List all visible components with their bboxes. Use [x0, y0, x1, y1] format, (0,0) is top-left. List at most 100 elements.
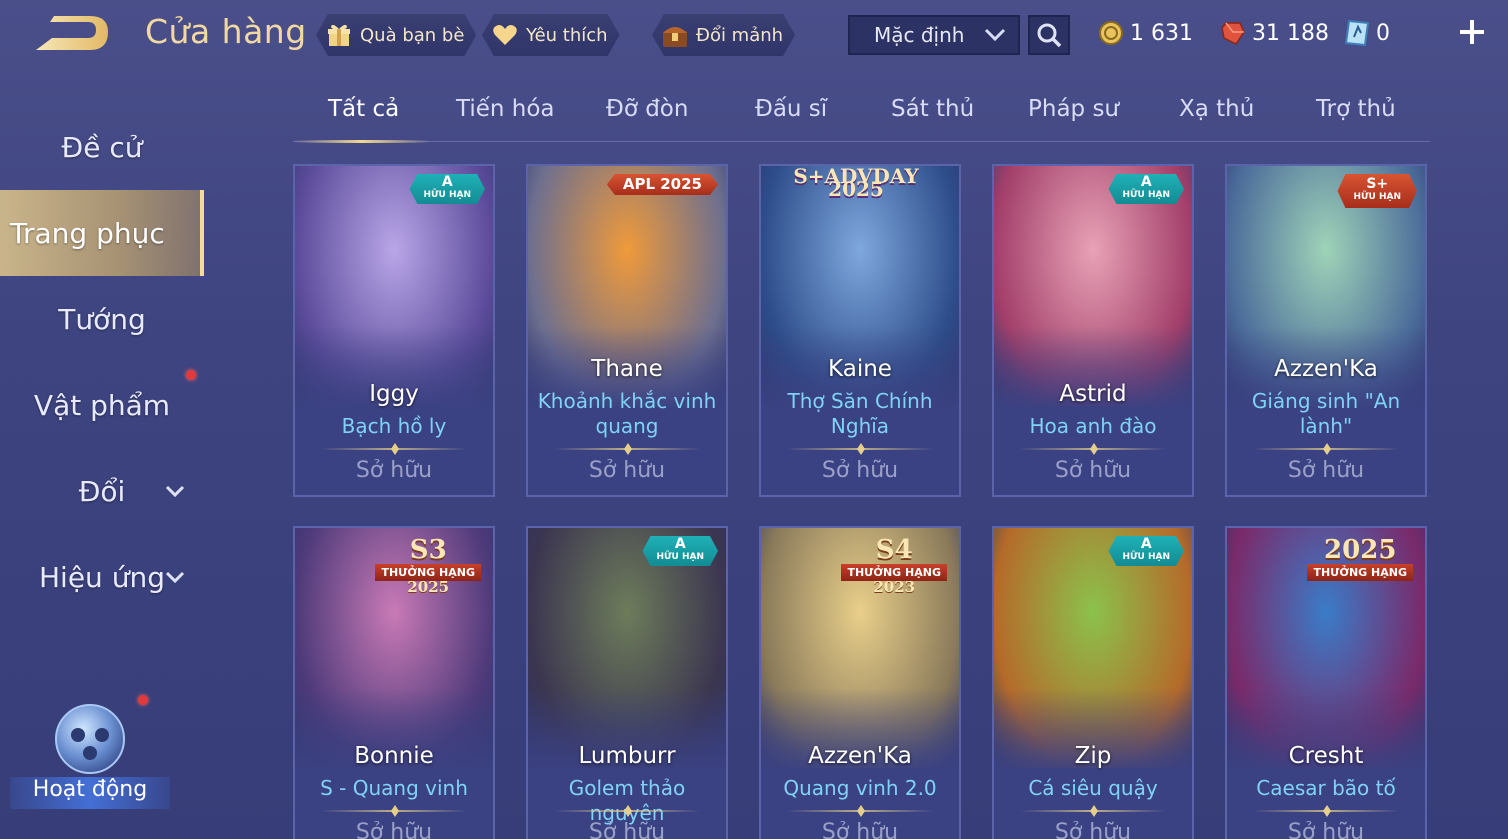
divider-diamond-icon — [1323, 443, 1331, 455]
skin-name: S - Quang vinh — [320, 776, 468, 800]
active-tab-indicator — [293, 140, 431, 143]
skin-name: Thợ Săn Chính Nghĩa — [787, 389, 933, 438]
favorites-label: Yêu thích — [526, 24, 608, 46]
ownership-status: Sở hữu — [1054, 820, 1132, 839]
divider-diamond-icon — [1090, 805, 1098, 817]
skin-card[interactable]: APL 2025 Thane Khoảnh khắc vinh quang Sở hữ… — [526, 164, 728, 497]
skin-card[interactable]: S+ HỮU HẠN Azzen'Ka Giáng sinh "An lành" Sở … — [1225, 164, 1427, 497]
tab-tank[interactable]: Đỡ đòn — [606, 96, 688, 122]
search-icon — [1037, 23, 1062, 48]
sidebar-item-label: Đổi — [78, 474, 126, 508]
activity-button[interactable]: Hoạt động — [10, 695, 170, 825]
skin-badge: S+ADVDAY 2025 — [793, 164, 919, 201]
treasure-chest-icon — [660, 20, 690, 50]
divider-diamond-icon — [391, 805, 399, 817]
ownership-status: Sở hữu — [588, 820, 666, 839]
gold-currency: 1 631 — [1098, 16, 1193, 50]
gold-coin-icon — [1099, 21, 1123, 45]
skin-grid: A HỮU HẠN Iggy Bạch hồ ly Sở hữu APL 2025 Than… — [293, 164, 1430, 839]
skin-name: Bạch hồ ly — [341, 414, 447, 438]
skin-name: Khoảnh khắc vinh quang — [537, 389, 717, 438]
divider-diamond-icon — [1090, 443, 1098, 455]
skin-badge: A HỮU HẠN — [1108, 536, 1184, 566]
ownership-status: Sở hữu — [1287, 458, 1365, 483]
sort-dropdown[interactable]: Mặc định — [848, 15, 1020, 55]
voucher-amount: 31 188 — [1252, 20, 1329, 46]
skin-card[interactable]: AHỮU HẠN Lumburr Golem thảo nguyênSở hữu — [526, 526, 728, 839]
skin-badge: S+ HỮU HẠN — [1337, 174, 1417, 208]
ownership-status: Sở hữu — [1054, 458, 1132, 483]
skin-card[interactable]: A HỮU HẠN Zip Cá siêu quậy Sở hữu — [992, 526, 1194, 839]
tab-all[interactable]: Tất cả — [328, 96, 399, 122]
notification-dot — [186, 370, 196, 380]
category-tabs: Tất cả Tiến hóa Đỡ đòn Đấu sĩ Sát thủ Ph… — [293, 90, 1430, 143]
sidebar-item-skins[interactable]: Trang phục — [0, 190, 204, 276]
divider-diamond-icon — [857, 805, 865, 817]
skin-badge: A HỮU HẠN — [409, 174, 485, 204]
sidebar-item-label: Hiệu ứng — [39, 560, 165, 594]
sidebar-item-heroes[interactable]: Tướng — [0, 276, 204, 362]
skin-badge: A HỮU HẠN — [1108, 174, 1184, 204]
diamond-amount: 0 — [1376, 20, 1390, 46]
friend-gift-button[interactable]: Quà bạn bè — [316, 14, 476, 56]
hero-name: Bonnie — [354, 743, 434, 769]
skin-name: Hoa anh đào — [1029, 414, 1157, 438]
sidebar-item-label: Vật phẩm — [33, 388, 171, 422]
sidebar-item-exchange[interactable]: Đổi — [0, 448, 204, 534]
skin-badge: APL 2025 — [607, 174, 718, 195]
sidebar-item-label: Trang phục — [10, 216, 165, 250]
notification-dot — [138, 695, 148, 705]
hero-name: Cresht — [1288, 743, 1364, 769]
page-title: Cửa hàng — [145, 12, 307, 51]
ownership-status: Sở hữu — [355, 458, 433, 483]
back-arrow-icon[interactable] — [30, 14, 112, 54]
skin-name: Caesar bão tố — [1256, 776, 1396, 800]
sort-selected-value: Mặc định — [874, 23, 965, 47]
hero-name: Zip — [1074, 743, 1112, 769]
ownership-status: Sở hữu — [355, 820, 433, 839]
skin-card[interactable]: S3 THƯỞNG HẠNG 2025 Bonnie S - Quang vinh Sở … — [293, 526, 495, 839]
tab-support[interactable]: Trợ thủ — [1316, 96, 1396, 122]
ownership-status: Sở hữu — [1287, 820, 1365, 839]
ownership-status: Sở hữu — [588, 458, 666, 483]
hero-name: Astrid — [1059, 381, 1127, 407]
skin-card[interactable]: S+ADVDAY 2025 Kaine Thợ Săn Chính Nghĩa Sở … — [759, 164, 961, 497]
chevron-down-icon — [165, 571, 185, 584]
hero-name: Thane — [591, 356, 663, 382]
skin-card[interactable]: 2025 THƯỞNG HẠNG Cresht Caesar bão tố Sở hữu — [1225, 526, 1427, 839]
red-crystal-icon — [1221, 22, 1245, 45]
skin-name: Cá siêu quậy — [1028, 776, 1158, 800]
hero-name: Iggy — [369, 381, 419, 407]
activity-orb-icon — [55, 704, 125, 774]
chevron-down-icon — [984, 28, 1006, 42]
skin-badge: A HỮU HẠN — [642, 536, 718, 566]
sidebar-item-label: Tướng — [58, 302, 146, 336]
tab-fighter[interactable]: Đấu sĩ — [755, 96, 827, 122]
favorites-button[interactable]: Yêu thích — [482, 14, 620, 56]
exchange-fragments-button[interactable]: Đổi mảnh — [652, 14, 795, 56]
exchange-fragments-label: Đổi mảnh — [696, 24, 784, 46]
activity-label: Hoạt động — [10, 777, 170, 809]
chevron-down-icon — [165, 485, 185, 498]
gold-amount: 1 631 — [1130, 20, 1193, 46]
skin-card[interactable]: A HỮU HẠN Astrid Hoa anh đào Sở hữu — [992, 164, 1194, 497]
skin-card[interactable]: A HỮU HẠN Iggy Bạch hồ ly Sở hữu — [293, 164, 495, 497]
skin-badge: S3 THƯỞNG HẠNG 2025 — [367, 534, 489, 596]
divider-diamond-icon — [857, 443, 865, 455]
search-button[interactable] — [1028, 15, 1070, 55]
sidebar-item-label: Đề cử — [61, 130, 143, 164]
ownership-status: Sở hữu — [821, 820, 899, 839]
tab-assassin[interactable]: Sát thủ — [891, 96, 974, 122]
tab-mage[interactable]: Pháp sư — [1028, 96, 1119, 122]
tab-marksman[interactable]: Xạ thủ — [1179, 96, 1254, 122]
plus-icon[interactable] — [1456, 16, 1488, 48]
sidebar-item-effects[interactable]: Hiệu ứng — [0, 534, 204, 620]
divider-diamond-icon — [1323, 805, 1331, 817]
skin-name: Golem thảo nguyên — [568, 776, 686, 825]
tab-evolution[interactable]: Tiến hóa — [456, 96, 555, 122]
sidebar-item-recommended[interactable]: Đề cử — [0, 104, 204, 190]
sidebar-item-items[interactable]: Vật phẩm — [0, 362, 204, 448]
skin-name: Quang vinh 2.0 — [783, 776, 937, 800]
voucher-currency: 31 188 — [1220, 16, 1329, 50]
skin-card[interactable]: S4 THƯỞNG HẠNG 2023 Azzen'Ka Quang vinh 2.0 S… — [759, 526, 961, 839]
